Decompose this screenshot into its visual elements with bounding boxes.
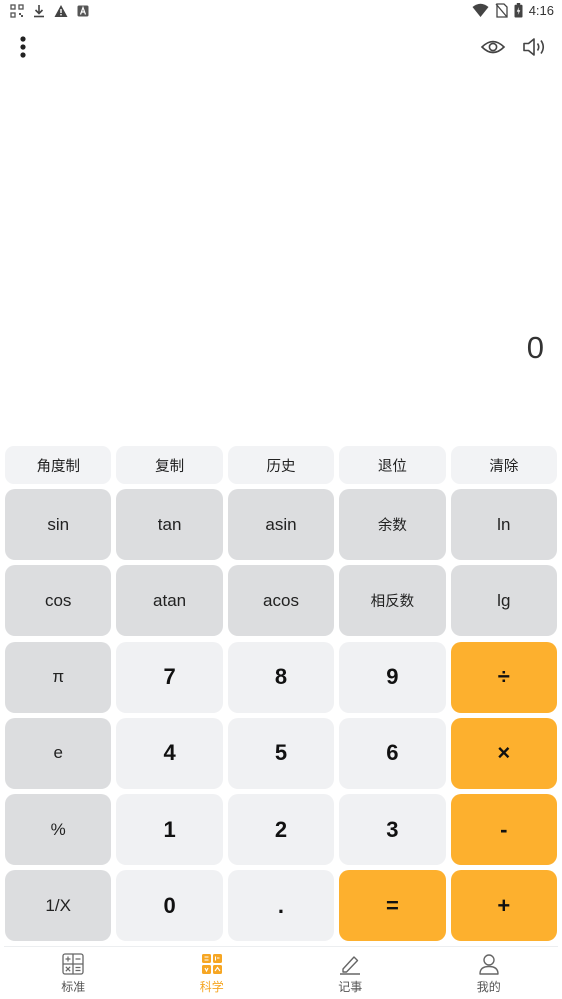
lg-key[interactable]: lg	[450, 565, 557, 637]
result-display: 0	[526, 330, 544, 365]
status-time: 4:16	[528, 3, 554, 18]
digit-4-key[interactable]: 4	[116, 717, 223, 789]
nav-item-scientific[interactable]: 科学	[143, 947, 282, 999]
add-key[interactable]: +	[450, 870, 557, 942]
digit-7-key[interactable]: 7	[116, 641, 223, 713]
divide-key[interactable]: ÷	[450, 641, 557, 713]
percent-key[interactable]: %	[5, 794, 112, 866]
download-icon	[34, 5, 44, 18]
nav-item-notes[interactable]: 记事	[281, 947, 420, 999]
sin-key[interactable]: sin	[5, 489, 112, 560]
status-bar-left-icons	[10, 4, 90, 18]
negate-key[interactable]: 相反数	[339, 565, 446, 637]
equals-key[interactable]: =	[339, 870, 446, 942]
ln-key[interactable]: ln	[450, 489, 557, 560]
e-key[interactable]: e	[5, 717, 112, 789]
status-bar-right-icons: 4:16	[472, 3, 554, 18]
volume-icon[interactable]	[522, 35, 548, 59]
backspace-button[interactable]: 退位	[339, 446, 446, 484]
nav-item-standard[interactable]: 标准	[4, 947, 143, 999]
nav-item-mine[interactable]: 我的	[420, 947, 559, 999]
remainder-key[interactable]: 余数	[339, 489, 446, 560]
warning-icon	[54, 5, 68, 17]
nav-label-standard: 标准	[61, 980, 86, 994]
clear-button[interactable]: 清除	[450, 446, 558, 484]
digit-1-key[interactable]: 1	[116, 794, 223, 866]
history-button[interactable]: 历史	[227, 446, 335, 484]
digit-6-key[interactable]: 6	[339, 717, 446, 789]
digit-5-key[interactable]: 5	[227, 717, 335, 789]
acos-key[interactable]: acos	[227, 565, 335, 637]
more-vertical-icon[interactable]	[14, 34, 32, 60]
bottom-navigation: 标准 科学 记事 我的	[4, 946, 558, 999]
scientific-calculator-icon	[201, 954, 222, 974]
reciprocal-key[interactable]: 1/X	[5, 870, 112, 942]
subtract-key[interactable]: -	[450, 794, 557, 866]
battery-icon	[514, 3, 523, 18]
qr-notification-icon	[10, 4, 24, 18]
angle-mode-button[interactable]: 角度制	[5, 446, 112, 484]
nav-label-notes: 记事	[338, 980, 363, 994]
multiply-key[interactable]: ×	[450, 717, 557, 789]
copy-button[interactable]: 复制	[116, 446, 223, 484]
digit-2-key[interactable]: 2	[227, 794, 335, 866]
utility-row: 角度制 复制 历史 退位 清除	[5, 446, 558, 484]
a-square-icon	[77, 5, 89, 17]
digit-9-key[interactable]: 9	[339, 641, 446, 713]
digit-3-key[interactable]: 3	[339, 794, 446, 866]
atan-key[interactable]: atan	[116, 565, 223, 637]
nav-label-mine: 我的	[476, 980, 501, 994]
user-profile-icon	[479, 954, 499, 975]
status-bar: 4:16	[0, 0, 562, 26]
cos-key[interactable]: cos	[5, 565, 112, 637]
wifi-icon	[472, 3, 489, 17]
no-sim-icon	[495, 3, 508, 18]
eye-icon[interactable]	[480, 36, 506, 58]
digit-8-key[interactable]: 8	[227, 641, 335, 713]
standard-calculator-icon	[62, 953, 84, 975]
decimal-point-key[interactable]: .	[227, 870, 335, 942]
keypad: sin tan asin 余数 ln cos atan acos 相反数 lg …	[5, 489, 557, 942]
tan-key[interactable]: tan	[116, 489, 223, 560]
nav-label-scientific: 科学	[199, 980, 224, 994]
pi-key[interactable]: π	[5, 641, 112, 713]
notes-pencil-icon	[340, 956, 361, 975]
asin-key[interactable]: asin	[227, 489, 335, 560]
digit-0-key[interactable]: 0	[116, 870, 223, 942]
